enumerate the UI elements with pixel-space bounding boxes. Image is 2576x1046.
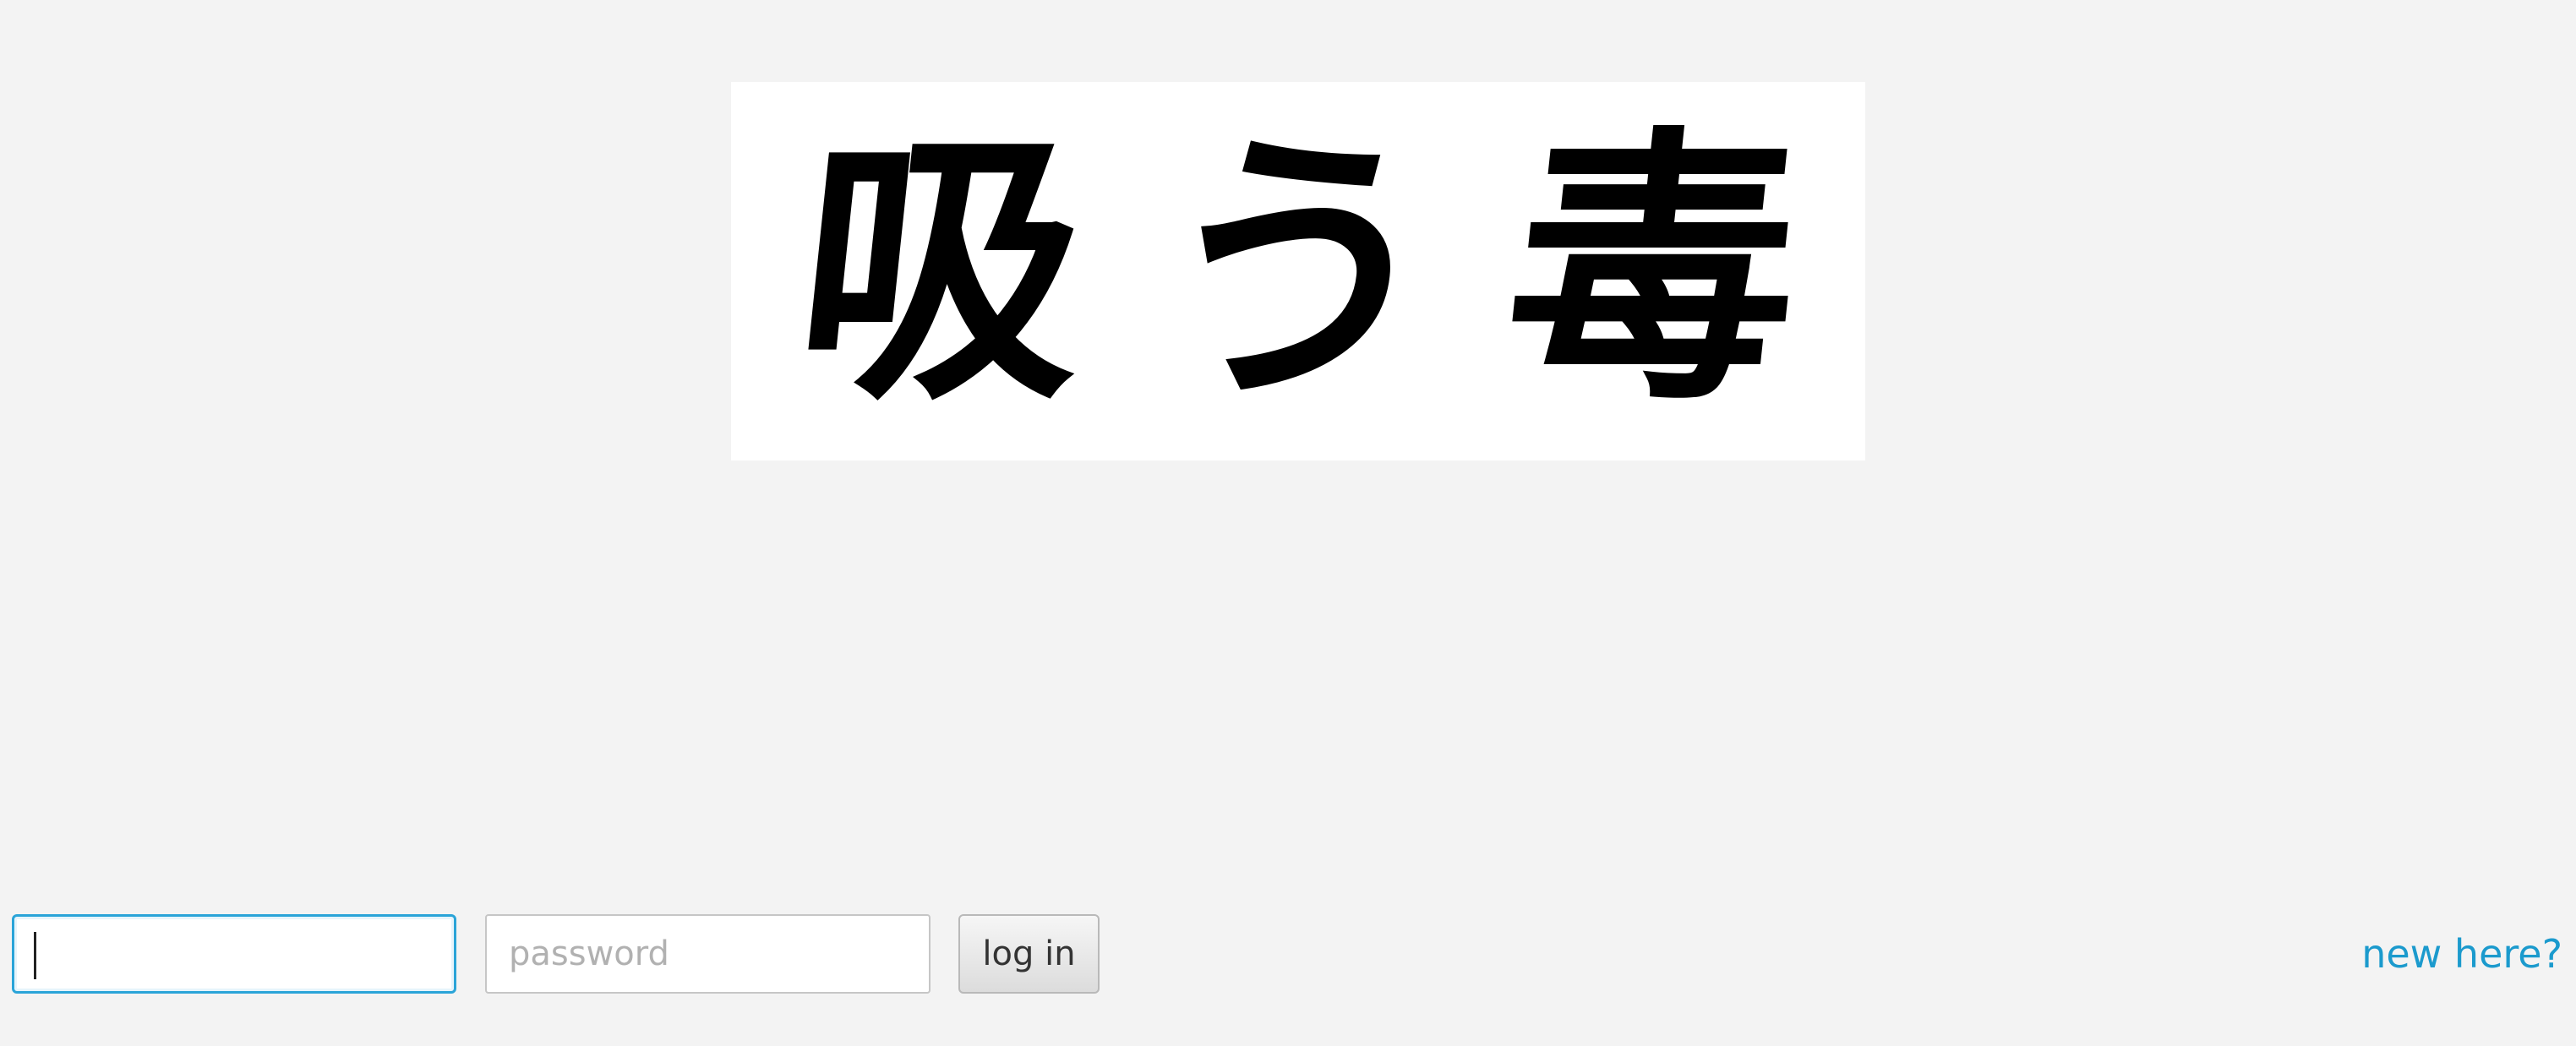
password-input[interactable] [485,914,931,994]
new-here-link[interactable]: new here? [2361,931,2562,977]
captcha-char-3: 毒 [1492,102,1815,439]
login-form: log in new here? [0,914,2576,995]
login-button[interactable]: log in [958,914,1100,994]
text-cursor [34,932,36,979]
username-input[interactable] [12,914,456,994]
captcha-char-1: 吸 [781,102,1105,439]
captcha-image: 吸 う 毒 [731,82,1865,460]
captcha-characters: 吸 う 毒 [731,82,1865,460]
captcha-char-2: う [1137,102,1460,439]
